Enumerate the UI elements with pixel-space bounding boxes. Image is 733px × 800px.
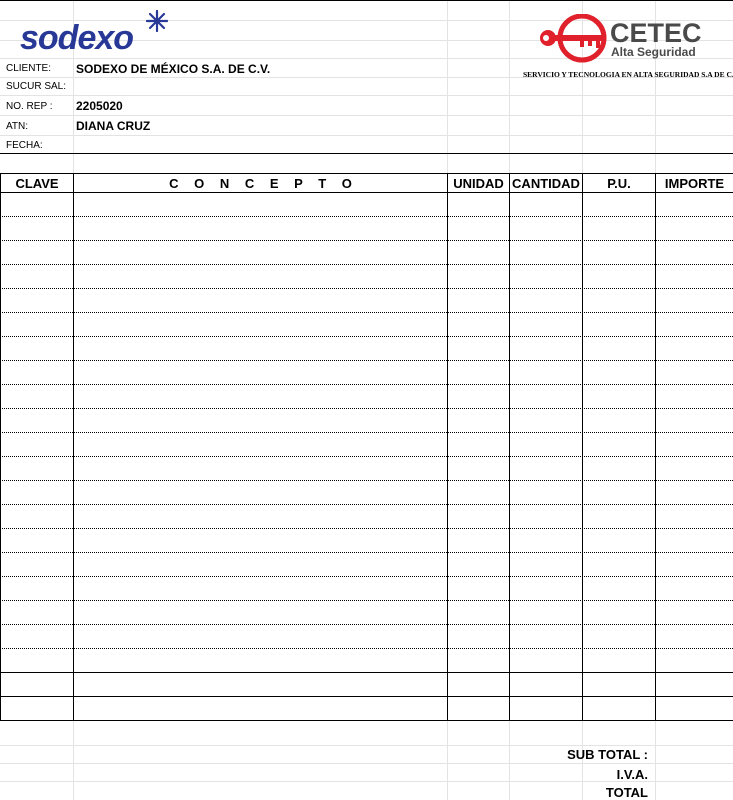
row-line (0, 552, 733, 553)
header-cantidad: CANTIDAD (512, 176, 580, 191)
total-label: TOTAL (605, 785, 648, 800)
cetec-tagline: SERVICIO Y TECNOLOGIA EN ALTA SEGURIDAD … (523, 70, 733, 79)
star-icon (146, 10, 168, 32)
border-line (0, 153, 733, 154)
cetec-logo-subtitle: Alta Seguridad (611, 45, 696, 59)
row-line (0, 360, 733, 361)
header-pu: P.U. (607, 176, 631, 191)
row-line (0, 576, 733, 577)
gridline (0, 135, 733, 136)
row-line (0, 336, 733, 337)
border-line (447, 173, 448, 720)
gridline (0, 115, 733, 116)
row-line (0, 240, 733, 241)
gridline (0, 95, 733, 96)
row-line (0, 288, 733, 289)
header-concepto: C O N C E P T O (169, 176, 352, 191)
quote-sheet: sodexo CETEC Alta Seguridad SERVICIO Y T… (0, 0, 733, 800)
row-line (0, 384, 733, 385)
border-line (0, 720, 733, 721)
row-line (0, 696, 733, 697)
key-logo-icon (540, 14, 607, 63)
iva-label: I.V.A. (616, 767, 648, 782)
atn-label: ATN: (6, 121, 29, 132)
row-line (0, 624, 733, 625)
row-line (0, 264, 733, 265)
row-line (0, 480, 733, 481)
sucursal-label: SUCUR SAL: (6, 81, 67, 92)
row-line (0, 432, 733, 433)
row-line (0, 408, 733, 409)
row-line (0, 456, 733, 457)
cetec-logo-title: CETEC (610, 18, 702, 48)
cliente-label: CLIENTE: (6, 63, 52, 74)
subtotal-label: SUB TOTAL : (567, 747, 648, 762)
border-line (655, 173, 656, 720)
gridline (0, 745, 733, 746)
row-line (0, 672, 733, 673)
border-line (582, 173, 583, 720)
row-line (0, 528, 733, 529)
norep-label: NO. REP : (6, 101, 53, 112)
header-unidad: UNIDAD (453, 176, 504, 191)
border-line (0, 173, 733, 174)
border-line (0, 0, 733, 1)
row-line (0, 648, 733, 649)
header-importe: IMPORTE (664, 176, 725, 191)
border-line (509, 173, 510, 720)
gridline (0, 763, 733, 764)
atn-value[interactable]: DIANA CRUZ (76, 119, 150, 133)
border-line (73, 173, 74, 720)
row-line (0, 504, 733, 505)
cliente-value[interactable]: SODEXO DE MÉXICO S.A. DE C.V. (76, 62, 270, 76)
sodexo-logo: sodexo (20, 19, 134, 57)
fecha-label: FECHA: (6, 140, 43, 151)
norep-value[interactable]: 2205020 (76, 99, 123, 113)
header-clave: CLAVE (15, 176, 59, 191)
border-line (0, 173, 1, 720)
row-line (0, 216, 733, 217)
row-line (0, 600, 733, 601)
row-line (0, 312, 733, 313)
